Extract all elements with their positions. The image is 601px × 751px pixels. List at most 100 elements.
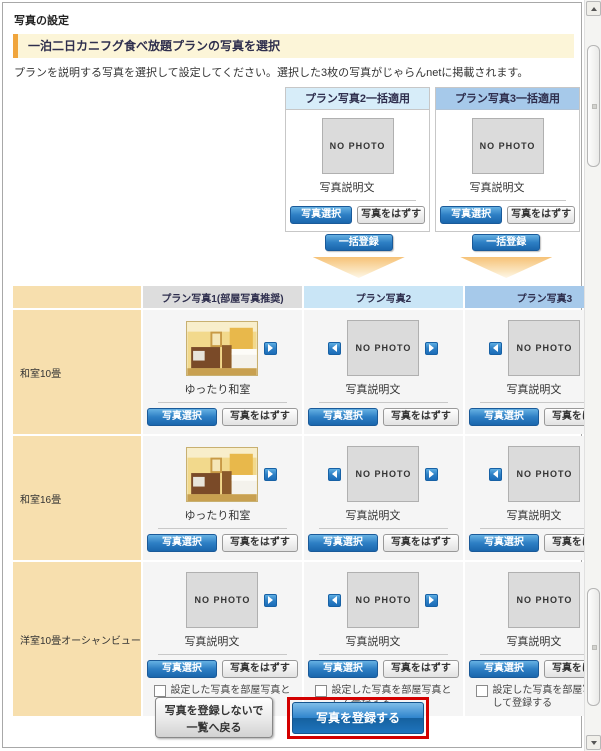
table-row: 洋室10畳オーシャンビュー NO PHOTO 写真説明文 写真選択 写真をはずす — [13, 562, 601, 716]
footer-actions: 写真を登録しないで 一覧へ戻る 写真を登録する — [3, 697, 581, 739]
photo-caption: 写真説明文 — [469, 182, 525, 194]
photo-caption: 写真説明文 — [345, 636, 401, 648]
table-row: 和室10畳 ゆったり和室 写真選択 写真をはずす NO PHOTO 写真説明文 … — [13, 310, 601, 434]
prev-photo-arrow-button[interactable] — [328, 593, 342, 607]
column-header-photo3: プラン写真3 — [464, 286, 601, 308]
next-photo-arrow-button[interactable] — [264, 593, 278, 607]
no-photo-placeholder: NO PHOTO — [347, 446, 420, 502]
panel-title: プラン写真3一括適用 — [436, 88, 579, 110]
remove-photo-button[interactable]: 写真をはずす — [382, 660, 459, 678]
no-photo-placeholder: NO PHOTO — [508, 320, 581, 376]
select-photo-button[interactable]: 写真選択 — [468, 408, 539, 426]
select-photo-button[interactable]: 写真選択 — [468, 534, 539, 552]
down-arrow-icon — [590, 740, 597, 745]
register-as-room-photo-checkbox[interactable] — [154, 685, 167, 697]
next-photo-arrow-button[interactable] — [264, 467, 278, 481]
instruction-text: プランを説明する写真を選択して設定してください。選択した3枚の写真がじゃらんne… — [14, 67, 529, 79]
thumb-grip-icon — [592, 645, 597, 650]
photo-caption: 写真説明文 — [345, 384, 401, 396]
select-photo-button[interactable]: 写真選択 — [146, 660, 217, 678]
room-label: 和室10畳 — [13, 310, 141, 434]
scroll-up-button[interactable] — [586, 1, 601, 16]
scrollbar-thumb-1[interactable] — [587, 45, 600, 167]
batch-register-button-photo3[interactable]: 一括登録 — [472, 234, 541, 251]
divider — [479, 402, 601, 403]
next-photo-arrow-button[interactable] — [425, 593, 439, 607]
select-photo-button[interactable]: 写真選択 — [468, 660, 539, 678]
remove-photo-button[interactable]: 写真をはずす — [221, 407, 298, 426]
remove-photo-button[interactable]: 写真をはずす — [507, 206, 575, 224]
prev-photo-arrow-button[interactable] — [328, 341, 342, 355]
divider — [318, 402, 449, 403]
divider — [479, 528, 601, 529]
select-photo-button[interactable]: 写真選択 — [440, 206, 503, 224]
select-photo-button[interactable]: 写真選択 — [307, 534, 378, 552]
select-photo-button[interactable]: 写真選択 — [146, 533, 217, 552]
scrollbar-thumb-2[interactable] — [587, 588, 600, 706]
thumb-grip-icon — [592, 104, 597, 109]
remove-photo-button[interactable]: 写真をはずす — [221, 660, 298, 678]
next-photo-arrow-button[interactable] — [425, 341, 439, 355]
register-as-room-photo-checkbox[interactable] — [315, 685, 328, 697]
divider — [449, 200, 566, 201]
photo-caption: 写真説明文 — [184, 636, 240, 648]
prev-photo-arrow-button[interactable] — [328, 467, 342, 481]
batch-apply-panel-photo2: プラン写真2一括適用 NO PHOTO 写真説明文 写真選択 写真をはずす — [285, 87, 430, 232]
next-photo-arrow-button[interactable] — [264, 341, 278, 355]
table-row: 和室16畳 ゆったり和室 写真選択 写真をはずす NO PHOTO 写真説明文 … — [13, 436, 601, 560]
batch-apply-panels: プラン写真2一括適用 NO PHOTO 写真説明文 写真選択 写真をはずす プラ… — [285, 87, 580, 232]
apply-down-arrow-icon — [460, 257, 553, 278]
page-container: 写真の設定 一泊二日カニフグ食べ放題プランの写真を選択 プランを説明する写真を選… — [2, 2, 601, 748]
divider — [479, 654, 601, 655]
remove-photo-button[interactable]: 写真をはずす — [382, 534, 459, 552]
select-photo-button[interactable]: 写真選択 — [290, 206, 353, 224]
select-photo-button[interactable]: 写真選択 — [307, 408, 378, 426]
room-label: 和室16畳 — [13, 436, 141, 560]
right-arrow-icon — [268, 344, 274, 352]
no-photo-placeholder: NO PHOTO — [471, 118, 544, 174]
divider — [318, 528, 449, 529]
no-photo-placeholder: NO PHOTO — [347, 572, 420, 628]
back-to-list-button[interactable]: 写真を登録しないで 一覧へ戻る — [155, 697, 273, 738]
back-button-line2: 一覧へ戻る — [186, 721, 242, 734]
remove-photo-button[interactable]: 写真をはずす — [382, 408, 459, 426]
photo-cell-r2-plan1: ゆったり和室 写真選択 写真をはずす — [142, 436, 302, 560]
divider — [157, 527, 288, 529]
right-arrow-icon — [268, 596, 274, 604]
batch-register-row: 一括登録 一括登録 — [285, 234, 580, 278]
photo-cell-r3-plan2: NO PHOTO 写真説明文 写真選択 写真をはずす 設定した写真を部屋写真とし… — [303, 562, 463, 716]
select-photo-button[interactable]: 写真選択 — [307, 660, 378, 678]
prev-photo-arrow-button[interactable] — [489, 467, 503, 481]
right-arrow-icon — [429, 596, 435, 604]
left-arrow-icon — [332, 344, 338, 352]
register-as-room-photo-checkbox[interactable] — [476, 685, 489, 697]
prev-photo-arrow-button[interactable] — [489, 341, 503, 355]
no-photo-placeholder: NO PHOTO — [347, 320, 420, 376]
batch-apply-panel-photo3: プラン写真3一括適用 NO PHOTO 写真説明文 写真選択 写真をはずす — [435, 87, 580, 232]
next-photo-arrow-button[interactable] — [425, 467, 439, 481]
panel-title: プラン写真2一括適用 — [286, 88, 429, 110]
no-photo-placeholder: NO PHOTO — [321, 118, 394, 174]
remove-photo-button[interactable]: 写真をはずす — [221, 533, 298, 552]
scroll-down-button[interactable] — [586, 735, 601, 750]
divider — [299, 200, 416, 201]
photo-caption: 写真説明文 — [319, 182, 375, 194]
no-photo-placeholder: NO PHOTO — [508, 446, 581, 502]
photo-cell-r3-plan3: NO PHOTO 写真説明文 写真選択 写真をはずす 設定した写真を部屋写真とし… — [464, 562, 601, 716]
select-photo-button[interactable]: 写真選択 — [146, 407, 217, 426]
left-arrow-icon — [332, 470, 338, 478]
page-title: 写真の設定 — [14, 15, 69, 27]
divider — [157, 401, 288, 403]
remove-photo-button[interactable]: 写真をはずす — [357, 206, 425, 224]
room-label: 洋室10畳オーシャンビュー — [13, 562, 141, 716]
vertical-scrollbar[interactable] — [584, 0, 601, 751]
left-arrow-icon — [493, 344, 499, 352]
register-photos-button[interactable]: 写真を登録する — [292, 702, 424, 734]
back-button-line1: 写真を登録しないで — [164, 705, 264, 717]
plan-section-header: 一泊二日カニフグ食べ放題プランの写真を選択 — [13, 34, 574, 58]
batch-register-button-photo2[interactable]: 一括登録 — [324, 234, 393, 251]
photo-cell-r1-plan3: NO PHOTO 写真説明文 写真選択 写真をはずす — [464, 310, 601, 434]
column-header-photo2: プラン写真2 — [303, 286, 463, 308]
photo-caption: 写真説明文 — [345, 510, 401, 522]
photo-cell-r1-plan1: ゆったり和室 写真選択 写真をはずす — [142, 310, 302, 434]
